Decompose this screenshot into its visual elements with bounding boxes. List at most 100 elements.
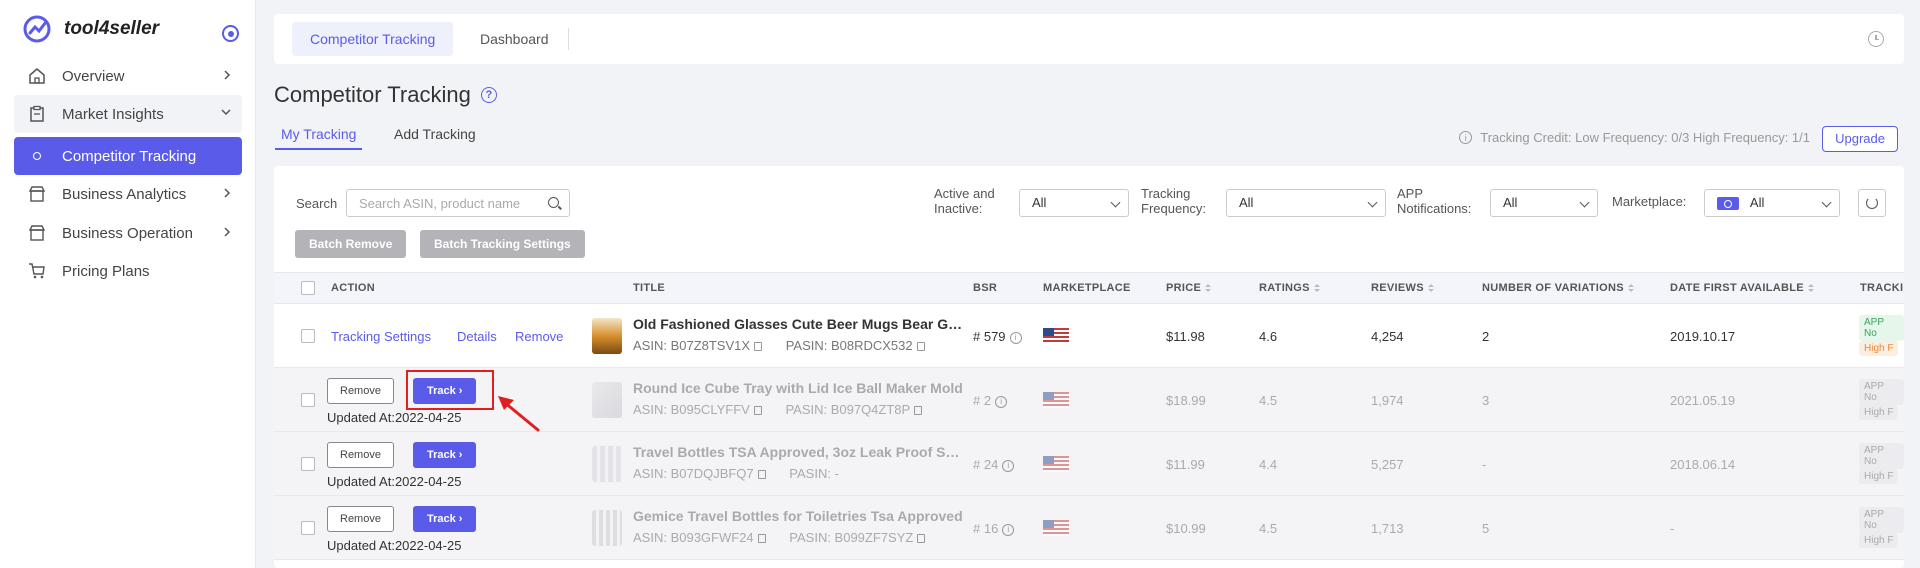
sort-icon[interactable]	[1205, 284, 1212, 293]
updated-at: Updated At:2022-04-25	[327, 474, 462, 489]
status-select[interactable]: All	[1019, 189, 1129, 217]
product-image[interactable]	[592, 382, 622, 418]
search-input[interactable]	[347, 190, 532, 216]
sidebar-item-business-analytics[interactable]: Business Analytics	[14, 175, 242, 213]
sidebar-item-business-operation[interactable]: Business Operation	[14, 214, 242, 252]
remove-button[interactable]: Remove	[327, 506, 394, 532]
sort-icon[interactable]	[1313, 284, 1320, 293]
row-checkbox[interactable]	[301, 329, 315, 343]
product-title[interactable]: Old Fashioned Glasses Cute Beer Mugs Bea…	[633, 316, 963, 332]
logo[interactable]: tool4seller	[22, 14, 159, 44]
tracking-settings-link[interactable]: Tracking Settings	[331, 329, 431, 344]
upgrade-button[interactable]: Upgrade	[1822, 126, 1898, 152]
copy-icon[interactable]	[757, 534, 766, 544]
col-date-first-available[interactable]: DATE FIRST AVAILABLE	[1670, 282, 1814, 294]
copy-icon[interactable]	[757, 470, 766, 480]
store-icon	[28, 185, 46, 203]
tab-competitor-tracking[interactable]: Competitor Tracking	[292, 22, 454, 56]
clipboard-icon	[28, 105, 46, 123]
search-field[interactable]	[346, 189, 570, 217]
pasin-text: PASIN: B099ZF7SYZ	[789, 530, 914, 545]
bsr-text: # 16	[973, 521, 999, 536]
variations-value: 3	[1482, 393, 1490, 408]
copy-icon[interactable]	[916, 342, 925, 352]
tab-my-tracking[interactable]: My Tracking	[275, 126, 363, 150]
sidebar-item-competitor-tracking[interactable]: Competitor Tracking	[14, 137, 242, 175]
sidebar-item-label: Market Insights	[62, 105, 164, 123]
details-link[interactable]: Details	[457, 329, 497, 344]
asin-text: ASIN: B07Z8TSV1X	[633, 338, 751, 353]
col-title: TITLE	[633, 282, 666, 294]
product-image[interactable]	[592, 446, 622, 482]
sidebar-item-label: Pricing Plans	[62, 262, 150, 280]
product-image[interactable]	[592, 318, 622, 354]
info-icon[interactable]: i	[1002, 459, 1015, 472]
reviews-value: 5,257	[1371, 457, 1404, 472]
sort-icon[interactable]	[1627, 284, 1634, 293]
col-variations-label: NUMBER OF VARIATIONS	[1482, 282, 1624, 294]
asin-line: ASIN: B07DQJBFQ7 PASIN: -	[633, 466, 839, 481]
collapse-sidebar-icon[interactable]	[222, 25, 239, 42]
copy-icon[interactable]	[754, 342, 763, 352]
store-icon	[28, 224, 46, 242]
sidebar-item-market-insights[interactable]: Market Insights	[14, 95, 242, 133]
select-all-checkbox[interactable]	[301, 281, 315, 295]
refresh-icon[interactable]	[1858, 189, 1886, 217]
tab-dashboard[interactable]: Dashboard	[462, 22, 567, 56]
copy-icon[interactable]	[917, 534, 926, 544]
row-checkbox[interactable]	[301, 457, 315, 471]
clock-icon[interactable]	[1868, 31, 1884, 47]
copy-icon[interactable]	[914, 406, 923, 416]
col-bsr: BSR	[973, 282, 998, 294]
sidebar-item-pricing-plans[interactable]: Pricing Plans	[14, 252, 242, 290]
app-notifications-select[interactable]: All	[1490, 189, 1598, 217]
product-title[interactable]: Gemice Travel Bottles for Toiletries Tsa…	[633, 508, 963, 524]
pasin-text: PASIN: B097Q4ZT8P	[785, 402, 911, 417]
remove-link[interactable]: Remove	[515, 329, 563, 344]
price-value: $18.99	[1166, 393, 1206, 408]
info-icon[interactable]: i	[995, 395, 1008, 408]
remove-button[interactable]: Remove	[327, 442, 394, 468]
search-icon[interactable]	[548, 197, 559, 208]
row-checkbox[interactable]	[301, 521, 315, 535]
remove-button[interactable]: Remove	[327, 378, 394, 404]
col-tracking: TRACKI	[1860, 282, 1904, 294]
sidebar-item-overview[interactable]: Overview	[14, 57, 242, 95]
col-variations[interactable]: NUMBER OF VARIATIONS	[1482, 282, 1634, 294]
track-button[interactable]: Track ›	[413, 506, 477, 532]
tab-add-tracking[interactable]: Add Tracking	[388, 126, 482, 148]
product-title[interactable]: Travel Bottles TSA Approved, 3oz Leak Pr…	[633, 444, 963, 460]
batch-tracking-settings-button[interactable]: Batch Tracking Settings	[420, 230, 585, 258]
date-value: -	[1670, 521, 1675, 536]
page-title: Competitor Tracking ?	[274, 82, 497, 108]
variations-value: -	[1482, 457, 1487, 472]
sort-icon[interactable]	[1427, 284, 1434, 293]
product-image[interactable]	[592, 510, 622, 546]
updated-at: Updated At:2022-04-25	[327, 410, 462, 425]
col-reviews[interactable]: REVIEWS	[1371, 282, 1434, 294]
bsr-text: # 2	[973, 393, 992, 408]
col-price[interactable]: PRICE	[1166, 282, 1212, 294]
frequency-badge: High F	[1859, 469, 1899, 484]
asin-text: ASIN: B095CLYFFV	[633, 402, 750, 417]
chevron-down-icon	[1821, 197, 1832, 208]
info-icon[interactable]: i	[1009, 331, 1022, 344]
date-value: 2018.06.14	[1670, 457, 1736, 472]
info-icon[interactable]: i	[1002, 523, 1015, 536]
batch-remove-button[interactable]: Batch Remove	[295, 230, 407, 258]
ratings-value: 4.4	[1259, 457, 1278, 472]
frequency-badge: High F	[1859, 341, 1899, 356]
help-icon[interactable]: ?	[480, 87, 497, 103]
reviews-value: 1,974	[1371, 393, 1404, 408]
app-notification-badge: APP No	[1859, 379, 1904, 405]
col-marketplace: MARKETPLACE	[1043, 282, 1131, 294]
row-checkbox[interactable]	[301, 393, 315, 407]
track-button[interactable]: Track ›	[413, 442, 477, 468]
frequency-select[interactable]: All	[1226, 189, 1386, 217]
sort-icon[interactable]	[1807, 284, 1814, 293]
product-title[interactable]: Round Ice Cube Tray with Lid Ice Ball Ma…	[633, 380, 963, 396]
col-ratings[interactable]: RATINGS	[1259, 282, 1320, 294]
bsr-value: # 2i	[973, 393, 1008, 408]
marketplace-select[interactable]: All	[1704, 189, 1840, 217]
copy-icon[interactable]	[753, 406, 762, 416]
